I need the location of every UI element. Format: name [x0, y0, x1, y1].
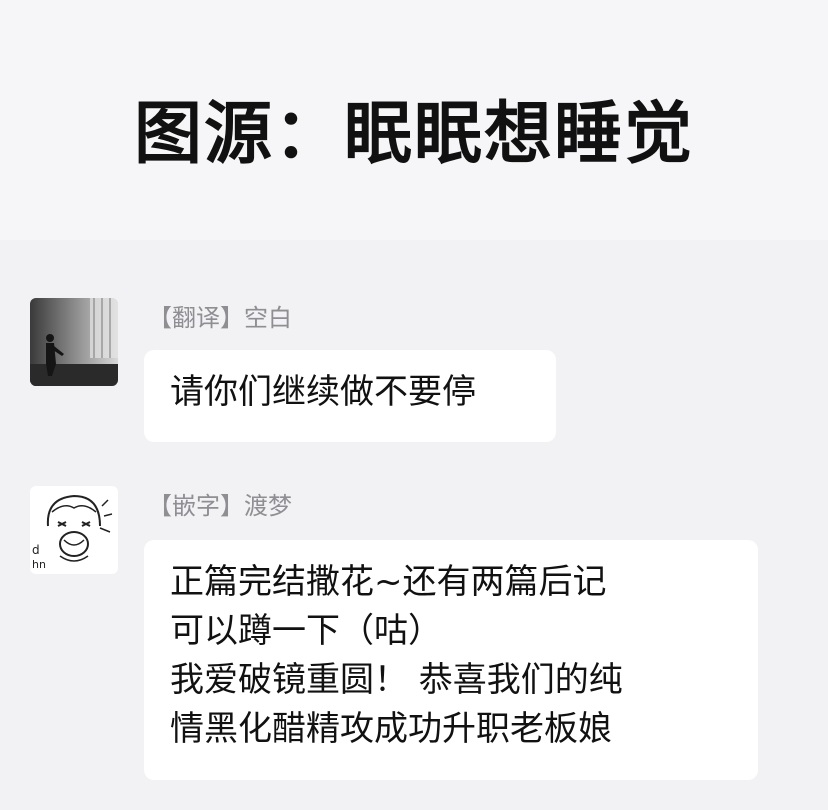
- svg-text:hn: hn: [32, 558, 46, 571]
- svg-text:d: d: [32, 543, 40, 557]
- sender-name: 【翻译】空白: [148, 304, 292, 332]
- message-text-line: 情黑化醋精攻成功升职老板娘: [170, 709, 612, 749]
- message-bubble[interactable]: 请你们继续做不要停: [144, 350, 556, 442]
- chat-screenshot: 图源：眠眠想睡觉 【翻译】空白 请你们继续做不要停 d hn 【嵌字】渡梦 正篇…: [0, 0, 828, 810]
- message-text: 请你们继续做不要停: [170, 372, 476, 412]
- crying-anime-girl-sketch-icon: d hn: [30, 486, 118, 574]
- message-text-line: 正篇完结撒花~还有两篇后记: [170, 562, 607, 602]
- message-bubble[interactable]: 正篇完结撒花~还有两篇后记 可以蹲一下（咕） 我爱破镜重圆！ 恭喜我们的纯 情黑…: [144, 540, 758, 780]
- avatar[interactable]: [30, 298, 118, 386]
- page-title: 图源：眠眠想睡觉: [133, 95, 694, 174]
- message-text-line: 可以蹲一下（咕）: [170, 611, 442, 651]
- sender-name: 【嵌字】渡梦: [148, 492, 292, 520]
- message-text-line: 我爱破镜重圆！ 恭喜我们的纯: [170, 660, 623, 700]
- person-standing-in-room-photo-icon: [30, 298, 118, 386]
- avatar[interactable]: d hn: [30, 486, 118, 574]
